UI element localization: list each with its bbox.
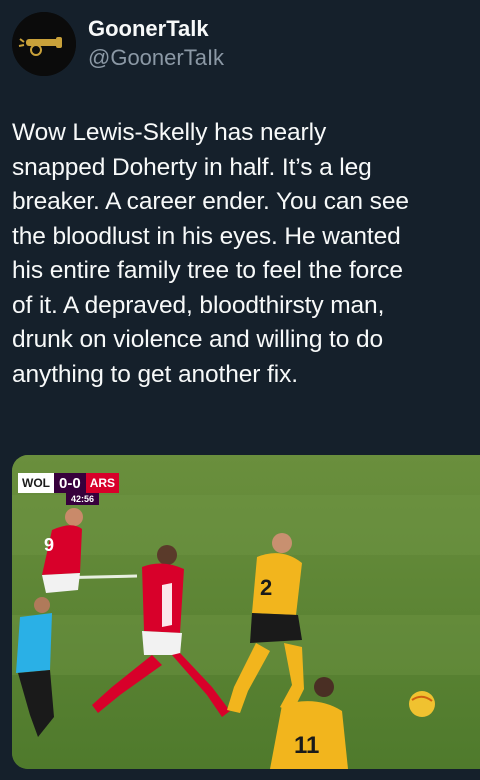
tweet-header: GoonerTalk @GoonerTaIk: [12, 12, 224, 76]
tweet-card[interactable]: GoonerTalk @GoonerTaIk Wow Lewis-Skelly …: [0, 0, 480, 780]
svg-text:11: 11: [294, 732, 319, 759]
display-name[interactable]: GoonerTalk: [88, 15, 224, 43]
away-team: ARS: [85, 473, 120, 493]
tweet-text: Wow Lewis-Skelly has nearly snapped Dohe…: [12, 119, 409, 388]
svg-text:2: 2: [260, 575, 272, 600]
author-names: GoonerTalk @GoonerTaIk: [88, 15, 224, 73]
cannon-icon: [12, 12, 76, 76]
home-team: WOL: [18, 473, 54, 493]
tweet-media-image[interactable]: 9 2 11 WOL 0-0 ARS 42:56: [12, 455, 480, 769]
football-ball: [409, 691, 435, 717]
avatar[interactable]: [12, 12, 76, 76]
match-clock: 42:56: [66, 493, 100, 505]
user-handle[interactable]: @GoonerTaIk: [88, 43, 224, 73]
scorebug: WOL 0-0 ARS: [18, 473, 120, 493]
svg-text:9: 9: [44, 535, 54, 555]
match-score: 0-0: [54, 473, 86, 493]
